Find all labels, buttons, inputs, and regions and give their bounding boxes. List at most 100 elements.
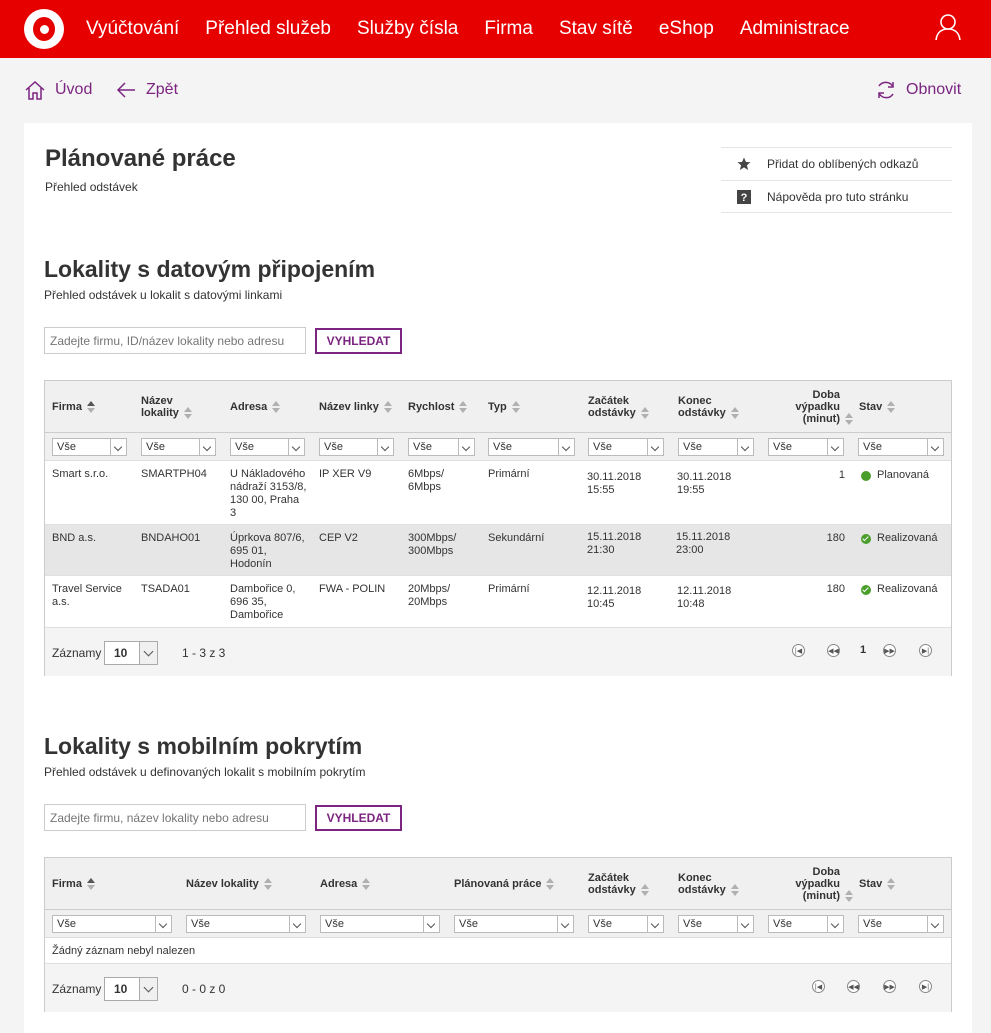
filter-nazev-lokality[interactable]: Vše	[141, 438, 216, 456]
data-search-button[interactable]: VYHLEDAT	[315, 328, 402, 354]
nav-item-sluzby-cisla[interactable]: Služby čísla	[357, 18, 458, 40]
next-page-icon[interactable]: ▶▶	[883, 980, 896, 993]
cell-konec: 30.11.2018 19:55	[677, 471, 732, 496]
col-nazev-lokality[interactable]: Název lokality	[141, 381, 192, 433]
data-section-title: Lokality s datovým připojením	[44, 256, 376, 282]
filter-konec[interactable]: Vše	[678, 438, 754, 456]
cell-doba: 180	[826, 583, 845, 595]
col-firma[interactable]: Firma	[52, 858, 95, 910]
chevron-down-icon	[647, 916, 663, 932]
page-size-select[interactable]: 10	[104, 977, 158, 1001]
back-label: Zpět	[146, 81, 179, 98]
chevron-down-icon	[927, 916, 943, 932]
sort-icon	[263, 878, 272, 890]
col-zacatek[interactable]: Začátek odstávky	[588, 381, 649, 433]
refresh-link[interactable]: Obnovit	[875, 79, 961, 101]
col-konec[interactable]: Konec odstávky	[678, 381, 739, 433]
col-firma[interactable]: Firma	[52, 381, 95, 433]
col-stav[interactable]: Stav	[859, 381, 896, 433]
cell-firma: BND a.s.	[52, 532, 97, 544]
user-icon[interactable]	[935, 13, 961, 41]
vodafone-logo[interactable]	[24, 9, 64, 49]
filter-firma[interactable]: Vše	[52, 915, 172, 933]
nav-item-eshop[interactable]: eShop	[659, 18, 714, 40]
table-row[interactable]: Smart s.r.o. SMARTPH04 U Nákladového nádr…	[45, 461, 951, 525]
main-nav: Vyúčtování Přehled služeb Služby čísla F…	[86, 0, 876, 58]
col-adresa[interactable]: Adresa	[320, 858, 371, 910]
refresh-icon	[878, 81, 894, 99]
page-number[interactable]: 1	[860, 644, 866, 656]
col-doba-vypadku[interactable]: Doba výpadku (minut)	[765, 381, 853, 433]
table-row[interactable]: BND a.s. BNDAHO01 Úprkova 807/6, 695 01, H…	[45, 525, 951, 576]
col-typ[interactable]: Typ	[488, 381, 520, 433]
col-adresa[interactable]: Adresa	[230, 381, 281, 433]
filter-nazev-lokality[interactable]: Vše	[186, 915, 306, 933]
filter-stav[interactable]: Vše	[858, 915, 944, 933]
mobile-search-input[interactable]	[44, 804, 306, 831]
cell-rychlost: 20Mbps/20Mbps	[408, 583, 451, 608]
prev-page-icon[interactable]: ◀◀	[827, 644, 840, 657]
sort-icon	[887, 401, 896, 413]
prev-page-icon[interactable]: ◀◀	[847, 980, 860, 993]
nav-item-vyuctovani[interactable]: Vyúčtování	[86, 18, 179, 40]
chevron-down-icon	[155, 916, 171, 932]
page-size-select[interactable]: 10	[104, 641, 158, 665]
back-link[interactable]: Zpět	[115, 79, 178, 101]
filter-zacatek[interactable]: Vše	[588, 438, 664, 456]
filter-nazev-linky[interactable]: Vše	[319, 438, 394, 456]
cell-linka: CEP V2	[319, 532, 358, 544]
sort-icon	[511, 401, 520, 413]
cell-linka: FWA - POLIN	[319, 583, 386, 595]
col-stav[interactable]: Stav	[859, 858, 896, 910]
add-favorite-link[interactable]: Přidat do oblíbených odkazů	[721, 147, 952, 180]
filter-doba-vypadku[interactable]: Vše	[768, 915, 844, 933]
page-help-link[interactable]: ? Nápověda pro tuto stránku	[721, 180, 952, 213]
page-size-label: Záznamy	[52, 646, 102, 660]
nav-item-prehled-sluzeb[interactable]: Přehled služeb	[205, 18, 331, 40]
home-label: Úvod	[55, 81, 93, 98]
filter-stav[interactable]: Vše	[858, 438, 944, 456]
filter-planovana-prace[interactable]: Vše	[454, 915, 574, 933]
filter-doba-vypadku[interactable]: Vše	[768, 438, 844, 456]
nav-item-stav-site[interactable]: Stav sítě	[559, 18, 633, 40]
col-zacatek[interactable]: Začátek odstávky	[588, 858, 649, 910]
filter-firma[interactable]: Vše	[52, 438, 127, 456]
mobile-search-button[interactable]: VYHLEDAT	[315, 805, 402, 831]
content-card: Plánované práce Přehled odstávek Přidat …	[24, 123, 972, 1033]
first-page-icon[interactable]: |◀	[792, 644, 805, 657]
filter-rychlost[interactable]: Vše	[408, 438, 475, 456]
col-doba-vypadku[interactable]: Doba výpadku (minut)	[765, 858, 853, 910]
filter-konec[interactable]: Vše	[678, 915, 754, 933]
table-row[interactable]: Travel Service a.s. TSADA01 Dambořice 0, 6…	[45, 576, 951, 628]
filter-adresa[interactable]: Vše	[320, 915, 440, 933]
filter-adresa[interactable]: Vše	[230, 438, 305, 456]
col-konec[interactable]: Konec odstávky	[678, 858, 739, 910]
cell-firma: Smart s.r.o.	[52, 468, 109, 480]
grid-filters: Vše Vše Vše Vše Vše Vše Vše Vše	[45, 910, 951, 938]
nav-item-administrace[interactable]: Administrace	[740, 18, 850, 40]
cell-typ: Sekundární	[488, 532, 545, 544]
col-planovana-prace[interactable]: Plánovaná práce	[454, 858, 555, 910]
first-page-icon[interactable]: |◀	[812, 980, 825, 993]
nav-item-firma[interactable]: Firma	[484, 18, 533, 40]
col-nazev-lokality[interactable]: Název lokality	[186, 858, 272, 910]
col-rychlost[interactable]: Rychlost	[408, 381, 468, 433]
record-range: 1 - 3 z 3	[182, 646, 226, 660]
empty-row: Žádný záznam nebyl nalezen	[45, 938, 951, 964]
data-outages-grid: Firma Název lokality Adresa Název linky R…	[44, 380, 952, 676]
last-page-icon[interactable]: ▶|	[919, 980, 932, 993]
filter-zacatek[interactable]: Vše	[588, 915, 664, 933]
sort-icon	[86, 878, 95, 890]
filter-typ[interactable]: Vše	[488, 438, 575, 456]
next-page-icon[interactable]: ▶▶	[883, 644, 896, 657]
last-page-icon[interactable]: ▶|	[919, 644, 932, 657]
cell-adresa: U Nákladového nádraží 3153/8, 130 00, Prah…	[230, 468, 307, 519]
cell-stav: Realizovaná	[861, 532, 938, 545]
home-link[interactable]: Úvod	[24, 79, 92, 101]
cell-zacatek: 30.11.2018 15:55	[587, 471, 642, 496]
mobile-section-title: Lokality s mobilním pokrytím	[44, 733, 363, 759]
cell-typ: Primární	[488, 468, 530, 480]
cell-typ: Primární	[488, 583, 530, 595]
data-search-input[interactable]	[44, 327, 306, 354]
col-nazev-linky[interactable]: Název linky	[319, 381, 392, 433]
